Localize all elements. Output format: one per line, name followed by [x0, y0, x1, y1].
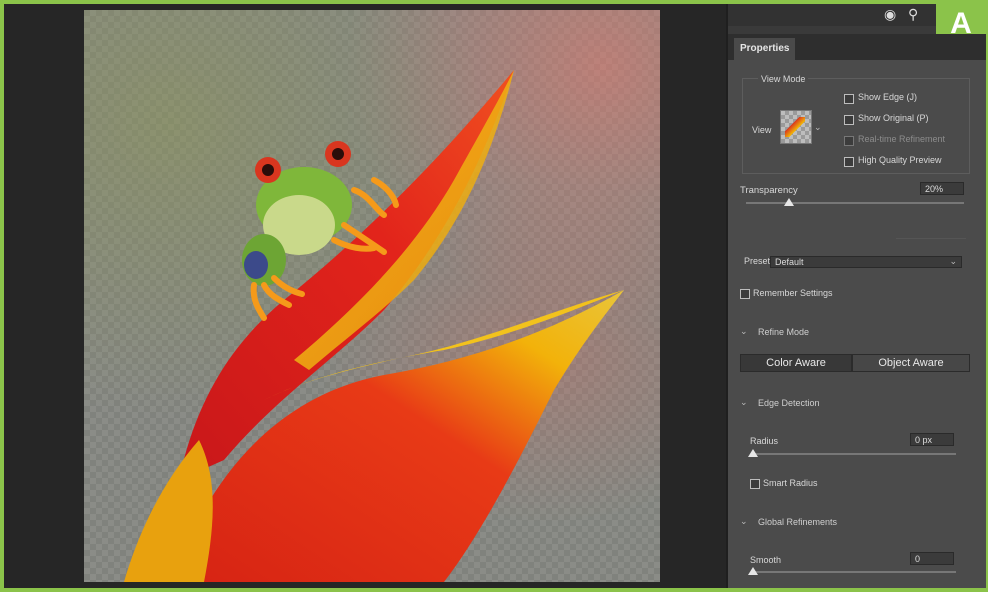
- smooth-field[interactable]: 0: [910, 552, 954, 565]
- preset-value: Default: [775, 257, 804, 267]
- object-aware-button[interactable]: Object Aware: [852, 354, 970, 372]
- chevron-down-icon[interactable]: ⌄: [740, 516, 748, 527]
- user-add-icon[interactable]: ◉: [884, 6, 896, 23]
- realtime-refinement-checkbox: [844, 136, 854, 146]
- show-original-checkbox[interactable]: [844, 115, 854, 125]
- divider: [896, 238, 966, 239]
- smooth-slider-track[interactable]: [752, 571, 956, 573]
- image-canvas[interactable]: [84, 10, 660, 582]
- panel-body: View Mode View ⌄ Show Edge (J) Show Orig…: [728, 60, 986, 588]
- transparency-label: Transparency: [740, 185, 798, 196]
- radius-slider-thumb[interactable]: [748, 449, 758, 457]
- radius-field[interactable]: 0 px: [910, 433, 954, 446]
- radius-slider-track[interactable]: [752, 453, 956, 455]
- transparency-slider-track[interactable]: [746, 202, 964, 204]
- panel-tabs: Properties: [728, 34, 986, 60]
- preset-select[interactable]: Default ⌄: [770, 256, 962, 268]
- remember-settings-checkbox[interactable]: [740, 289, 750, 299]
- high-quality-label: High Quality Preview: [858, 155, 942, 165]
- search-icon[interactable]: ⚲: [908, 6, 918, 23]
- radius-label: Radius: [750, 436, 779, 446]
- remember-settings-label: Remember Settings: [753, 288, 833, 298]
- chevron-down-icon: ⌄: [949, 256, 957, 266]
- show-original-label: Show Original (P): [858, 113, 929, 123]
- view-mode-thumbnail[interactable]: [780, 110, 812, 144]
- show-edge-checkbox[interactable]: [844, 94, 854, 104]
- view-label: View: [752, 125, 772, 135]
- smart-radius-checkbox[interactable]: [750, 479, 760, 489]
- properties-panel: ◉ ⚲ A Properties View Mode View ⌄ Show E…: [726, 4, 986, 588]
- transparency-slider-thumb[interactable]: [784, 198, 794, 206]
- chevron-down-icon[interactable]: ⌄: [740, 397, 748, 408]
- edge-detection-title: Edge Detection: [758, 398, 820, 408]
- smooth-label: Smooth: [750, 555, 782, 565]
- high-quality-checkbox[interactable]: [844, 157, 854, 167]
- view-mode-title: View Mode: [758, 74, 809, 84]
- frog-on-flower-image: [124, 70, 624, 582]
- chevron-down-icon[interactable]: ⌄: [814, 122, 822, 133]
- chevron-down-icon[interactable]: ⌄: [740, 326, 748, 337]
- app-frame: ◉ ⚲ A Properties View Mode View ⌄ Show E…: [4, 4, 986, 588]
- color-aware-button[interactable]: Color Aware: [740, 354, 852, 372]
- canvas-area: [4, 4, 726, 588]
- refine-mode-title: Refine Mode: [758, 327, 810, 337]
- smooth-slider-thumb[interactable]: [748, 567, 758, 575]
- smart-radius-label: Smart Radius: [763, 478, 818, 488]
- global-refinements-title: Global Refinements: [758, 517, 838, 527]
- preset-label: Preset: [744, 256, 771, 266]
- tab-properties[interactable]: Properties: [734, 38, 796, 60]
- transparency-field[interactable]: 20%: [920, 182, 964, 195]
- show-edge-label: Show Edge (J): [858, 92, 918, 102]
- realtime-refinement-label: Real-time Refinement: [858, 134, 946, 144]
